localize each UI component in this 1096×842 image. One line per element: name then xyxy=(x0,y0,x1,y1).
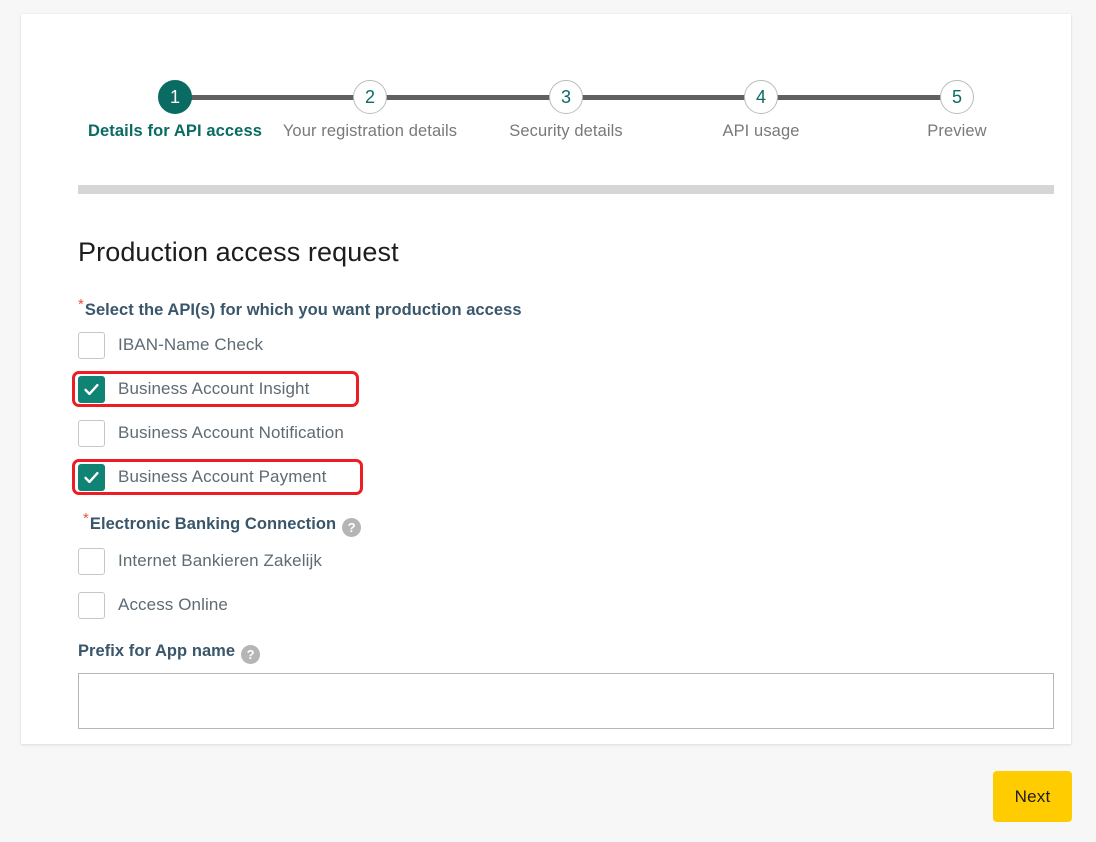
help-icon-prefix[interactable]: ? xyxy=(241,645,260,664)
prefix-for-app-name-input[interactable] xyxy=(78,673,1054,729)
stepper-step-3[interactable]: 3 Security details xyxy=(476,80,656,142)
stepper-label-1: Details for API access xyxy=(85,121,265,142)
stepper-circle-4: 4 xyxy=(744,80,778,114)
stepper-circle-1: 1 xyxy=(158,80,192,114)
checkmark-icon xyxy=(83,381,100,398)
api-group-label-text: Select the API(s) for which you want pro… xyxy=(85,301,522,319)
stepper-label-5: Preview xyxy=(867,121,1047,142)
stepper-step-2[interactable]: 2 Your registration details xyxy=(280,80,460,142)
api-group-label: *Select the API(s) for which you want pr… xyxy=(78,301,522,320)
checkbox-business-account-notification[interactable] xyxy=(78,420,105,447)
stepper-label-3: Security details xyxy=(476,121,656,142)
checkbox-row-business-account-notification[interactable]: Business Account Notification xyxy=(78,418,344,448)
checkbox-label-business-account-notification: Business Account Notification xyxy=(118,423,344,443)
checkbox-iban-name-check[interactable] xyxy=(78,332,105,359)
checkbox-row-internet-bankieren-zakelijk[interactable]: Internet Bankieren Zakelijk xyxy=(78,546,322,576)
checkmark-icon xyxy=(83,469,100,486)
stepper-circle-5: 5 xyxy=(940,80,974,114)
stepper-circle-2: 2 xyxy=(353,80,387,114)
request-card: 1 Details for API access 2 Your registra… xyxy=(21,14,1071,744)
stepper-circle-3: 3 xyxy=(549,80,583,114)
stepper-step-1[interactable]: 1 Details for API access xyxy=(85,80,265,142)
prefix-field-label: Prefix for App name? xyxy=(78,642,260,664)
required-asterisk-ebc: * xyxy=(83,510,89,527)
checkbox-row-business-account-payment[interactable]: Business Account Payment xyxy=(78,462,326,492)
help-icon-ebc[interactable]: ? xyxy=(342,518,361,537)
checkbox-label-access-online: Access Online xyxy=(118,595,228,615)
checkbox-label-business-account-insight: Business Account Insight xyxy=(118,379,309,399)
checkbox-label-business-account-payment: Business Account Payment xyxy=(118,467,326,487)
required-asterisk-api: * xyxy=(78,296,84,313)
ebc-group-label-text: Electronic Banking Connection xyxy=(90,515,336,533)
stepper-step-5[interactable]: 5 Preview xyxy=(867,80,1047,142)
checkbox-label-internet-bankieren-zakelijk: Internet Bankieren Zakelijk xyxy=(118,551,322,571)
wizard-stepper: 1 Details for API access 2 Your registra… xyxy=(57,80,1035,180)
ebc-group-label: *Electronic Banking Connection? xyxy=(83,515,361,537)
checkbox-internet-bankieren-zakelijk[interactable] xyxy=(78,548,105,575)
stepper-label-4: API usage xyxy=(671,121,851,142)
progress-bar xyxy=(78,185,1054,194)
prefix-field-label-text: Prefix for App name xyxy=(78,642,235,660)
checkbox-label-iban-name-check: IBAN-Name Check xyxy=(118,335,263,355)
checkbox-access-online[interactable] xyxy=(78,592,105,619)
stepper-label-2: Your registration details xyxy=(280,121,460,142)
checkbox-row-access-online[interactable]: Access Online xyxy=(78,590,228,620)
checkbox-row-iban-name-check[interactable]: IBAN-Name Check xyxy=(78,330,263,360)
next-button[interactable]: Next xyxy=(993,771,1072,822)
checkbox-business-account-insight[interactable] xyxy=(78,376,105,403)
page-title: Production access request xyxy=(78,237,399,268)
checkbox-business-account-payment[interactable] xyxy=(78,464,105,491)
page-root: 1 Details for API access 2 Your registra… xyxy=(0,0,1096,842)
checkbox-row-business-account-insight[interactable]: Business Account Insight xyxy=(78,374,309,404)
stepper-step-4[interactable]: 4 API usage xyxy=(671,80,851,142)
